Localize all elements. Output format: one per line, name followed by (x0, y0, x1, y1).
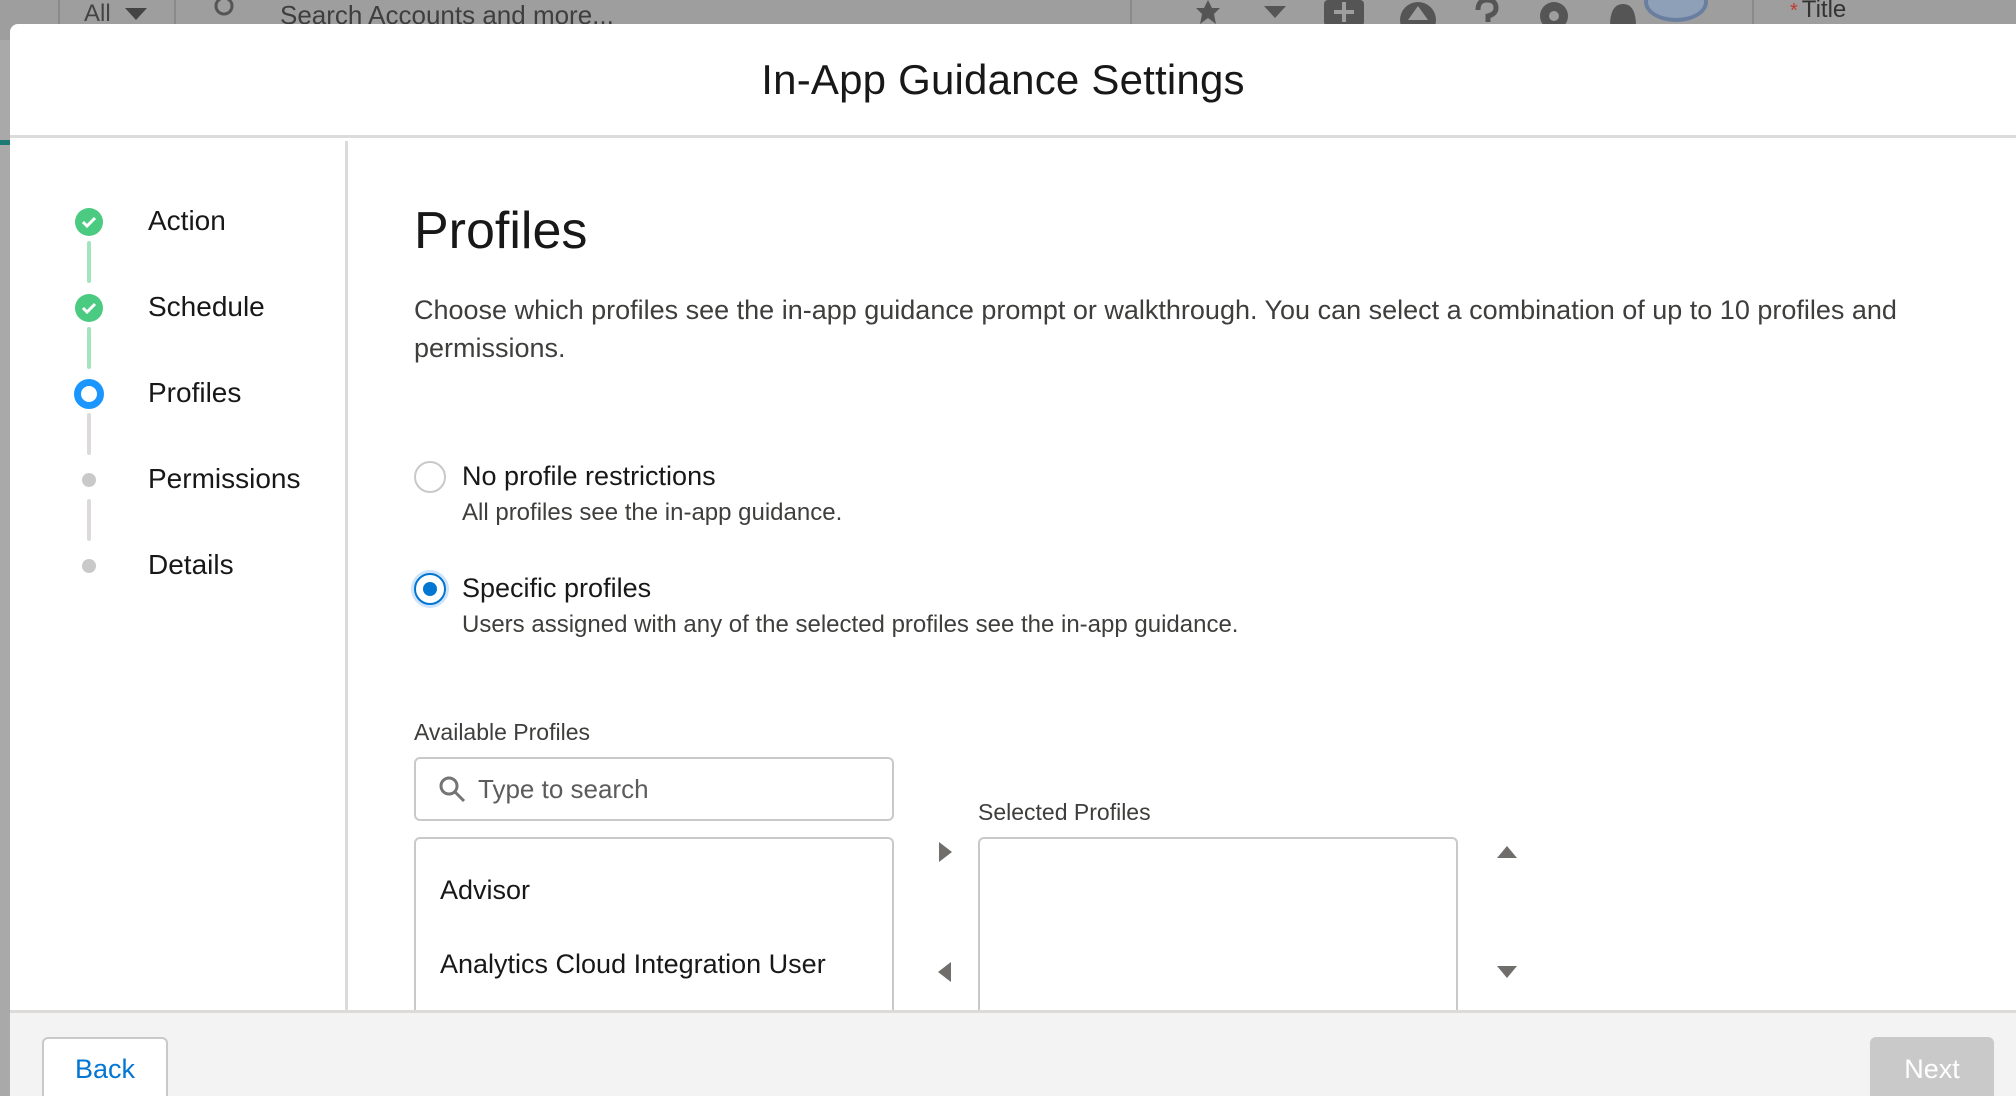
progress-steps: Action Schedule Profiles Permissions Det… (74, 201, 300, 631)
page-title: Profiles (414, 202, 588, 260)
option-text: No profile restrictions All profiles see… (462, 457, 842, 531)
step-label: Details (148, 549, 234, 580)
move-to-selected-button[interactable] (930, 837, 960, 867)
divider (1752, 0, 1754, 26)
add-icon (1324, 0, 1364, 26)
favorites-star-icon (1196, 0, 1220, 24)
step-label: Action (148, 205, 226, 236)
step-incomplete-marker (74, 465, 104, 495)
step-connector (87, 499, 91, 541)
required-marker: * (1790, 0, 1798, 22)
search-icon (214, 0, 234, 16)
divider (58, 0, 60, 26)
available-profiles-listbox[interactable]: Advisor Analytics Cloud Integration User (414, 837, 894, 1010)
list-item[interactable]: Advisor (416, 853, 892, 927)
current-step-ring-icon (74, 379, 104, 409)
modal-footer: Back Next (10, 1010, 2016, 1096)
step-label: Permissions (148, 463, 301, 494)
list-item[interactable]: Analytics Cloud Integration User (416, 927, 892, 1001)
step-connector (87, 327, 91, 369)
step-action[interactable]: Action (74, 201, 300, 287)
profile-search-field[interactable] (414, 757, 894, 821)
title-field-label: Title (1801, 0, 1847, 23)
modal-header: In-App Guidance Settings (10, 24, 2016, 138)
step-label: Schedule (148, 291, 265, 322)
step-connector (87, 241, 91, 283)
move-up-button[interactable] (1492, 837, 1522, 867)
header-icons (1190, 0, 1640, 26)
avatar (1644, 0, 1708, 22)
move-to-available-button[interactable] (930, 957, 960, 987)
left-arrow-icon (938, 962, 951, 982)
step-profiles[interactable]: Profiles (74, 373, 300, 459)
radio-button[interactable] (414, 461, 446, 493)
trailhead-icon (1400, 2, 1436, 26)
radio-dot-icon (423, 582, 437, 596)
option-subtitle: All profiles see the in-app guidance. (462, 499, 843, 526)
move-down-button[interactable] (1492, 957, 1522, 987)
progress-steps-panel: Action Schedule Profiles Permissions Det… (10, 141, 348, 1010)
notifications-bell-icon (1610, 4, 1636, 26)
search-icon (439, 776, 466, 803)
selected-profiles-label: Selected Profiles (978, 799, 1151, 825)
right-arrow-icon (939, 842, 952, 862)
back-button[interactable]: Back (42, 1037, 168, 1096)
step-schedule[interactable]: Schedule (74, 287, 300, 373)
step-incomplete-marker (74, 551, 104, 581)
setup-gear-icon (1540, 2, 1568, 26)
favorites-dropdown-icon (1264, 6, 1286, 18)
chevron-down-icon (124, 8, 147, 20)
option-no-profile-restrictions[interactable]: No profile restrictions All profiles see… (414, 457, 842, 531)
help-icon (1475, 0, 1499, 22)
option-title: Specific profiles (462, 573, 652, 603)
step-dot-icon (82, 473, 96, 487)
divider (174, 0, 176, 26)
step-connector (87, 413, 91, 455)
background-title-field: * Title (1790, 0, 1846, 24)
option-title: No profile restrictions (462, 461, 716, 491)
step-dot-icon (82, 559, 96, 573)
page-description: Choose which profiles see the in-app gui… (414, 295, 1897, 363)
next-button[interactable]: Next (1870, 1037, 1994, 1096)
modal-title: In-App Guidance Settings (761, 55, 1245, 103)
background-accent (0, 140, 10, 145)
up-arrow-icon (1497, 846, 1517, 858)
step-permissions[interactable]: Permissions (74, 459, 300, 545)
divider (1130, 0, 1132, 26)
settings-modal: In-App Guidance Settings Action Schedule… (10, 24, 2016, 1096)
available-profiles-label: Available Profiles (414, 719, 591, 745)
step-details[interactable]: Details (74, 545, 300, 631)
profile-search-input[interactable] (478, 773, 878, 805)
option-subtitle: Users assigned with any of the selected … (462, 611, 1239, 638)
radio-button-selected[interactable] (414, 573, 446, 605)
modal-body: Action Schedule Profiles Permissions Det… (10, 141, 2016, 1010)
step-complete-marker (74, 207, 104, 237)
success-check-icon (75, 208, 103, 236)
step-current-marker (74, 379, 104, 409)
down-arrow-icon (1497, 966, 1517, 978)
option-text: Specific profiles Users assigned with an… (462, 569, 1238, 643)
success-check-icon (75, 294, 103, 322)
step-complete-marker (74, 293, 104, 323)
background-page-edge (0, 40, 10, 1096)
selected-profiles-listbox[interactable] (978, 837, 1458, 1010)
step-label: Profiles (148, 377, 242, 408)
option-specific-profiles[interactable]: Specific profiles Users assigned with an… (414, 569, 1238, 643)
